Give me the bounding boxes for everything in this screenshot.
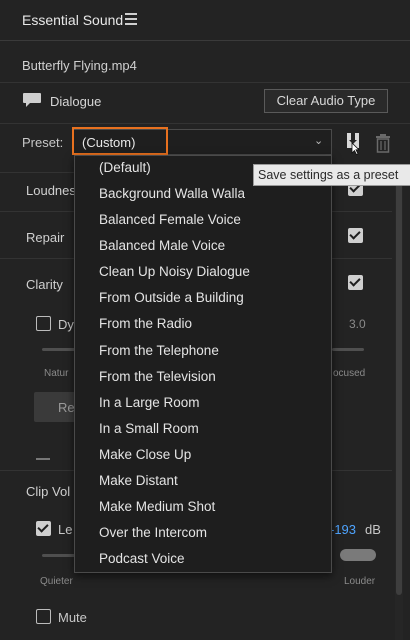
save-preset-tooltip: Save settings as a preset bbox=[253, 164, 410, 186]
preset-option[interactable]: Make Close Up bbox=[99, 447, 191, 462]
preset-dropdown-menu: (Default) Background Walla Walla Balance… bbox=[74, 155, 332, 573]
divider bbox=[0, 123, 410, 124]
preset-option[interactable]: Over the Intercom bbox=[99, 525, 207, 540]
preset-selected-value: (Custom) bbox=[82, 135, 136, 150]
header-divider bbox=[0, 40, 410, 41]
preset-option[interactable]: In a Small Room bbox=[99, 421, 199, 436]
divider bbox=[0, 82, 410, 83]
repair-section-title[interactable]: Repair bbox=[26, 230, 64, 245]
save-preset-icon[interactable] bbox=[344, 131, 366, 155]
preset-option[interactable]: From the Radio bbox=[99, 316, 192, 331]
clarity-enable-checkbox[interactable] bbox=[348, 275, 363, 290]
delete-preset-icon[interactable] bbox=[374, 133, 392, 153]
level-label: Le bbox=[58, 522, 73, 537]
dynamics-label: Dy bbox=[58, 317, 74, 332]
quieter-label: Quieter bbox=[40, 576, 73, 587]
dynamics-checkbox[interactable] bbox=[36, 316, 51, 331]
level-value[interactable]: -193 bbox=[330, 522, 356, 537]
natural-label: Natur bbox=[44, 368, 69, 379]
level-checkbox[interactable] bbox=[36, 521, 51, 536]
repair-enable-checkbox[interactable] bbox=[348, 228, 363, 243]
dynamics-slider-track-end[interactable] bbox=[332, 348, 364, 351]
preset-option[interactable]: Balanced Female Voice bbox=[99, 212, 241, 227]
clip-name: Butterfly Flying.mp4 bbox=[22, 58, 137, 73]
preset-option[interactable]: Background Walla Walla bbox=[99, 186, 245, 201]
dynamics-slider-track[interactable] bbox=[42, 348, 76, 351]
loudness-section-title[interactable]: Loudnes bbox=[26, 183, 76, 198]
preset-option[interactable]: From Outside a Building bbox=[99, 290, 244, 305]
preset-option[interactable]: Balanced Male Voice bbox=[99, 238, 225, 253]
mute-checkbox[interactable] bbox=[36, 609, 51, 624]
clear-audio-type-button[interactable]: Clear Audio Type bbox=[264, 89, 388, 113]
chevron-down-icon[interactable]: ⌄ bbox=[314, 134, 323, 147]
louder-label: Louder bbox=[344, 576, 376, 587]
reset-button-label: Re bbox=[58, 400, 75, 415]
panel-menu-icon[interactable] bbox=[125, 13, 137, 25]
level-slider-track[interactable] bbox=[42, 554, 76, 557]
preset-label: Preset: bbox=[22, 135, 64, 150]
level-unit: dB bbox=[365, 522, 381, 537]
preset-option[interactable]: Make Distant bbox=[99, 473, 178, 488]
panel-header: Essential Sound bbox=[0, 0, 410, 40]
preset-option[interactable]: (Default) bbox=[99, 160, 151, 175]
audio-type-label: Dialogue bbox=[50, 94, 102, 109]
dialogue-speech-bubble-icon bbox=[23, 93, 41, 107]
mute-label: Mute bbox=[58, 610, 87, 625]
clarity-section-title[interactable]: Clarity bbox=[26, 277, 63, 292]
panel-title: Essential Sound bbox=[22, 12, 124, 28]
level-slider-thumb[interactable] bbox=[340, 549, 376, 561]
dynamics-value: 3.0 bbox=[349, 317, 366, 331]
preset-option[interactable]: Make Medium Shot bbox=[99, 499, 215, 514]
preset-option[interactable]: In a Large Room bbox=[99, 395, 200, 410]
clip-volume-section-title[interactable]: Clip Vol bbox=[26, 484, 70, 499]
scrollbar-thumb[interactable] bbox=[396, 175, 402, 595]
focused-label: ocused bbox=[333, 368, 366, 379]
divider bbox=[36, 458, 50, 460]
preset-option[interactable]: Podcast Voice bbox=[99, 551, 185, 566]
preset-option[interactable]: From the Television bbox=[99, 369, 216, 384]
preset-option[interactable]: Clean Up Noisy Dialogue bbox=[99, 264, 250, 279]
preset-option[interactable]: From the Telephone bbox=[99, 343, 219, 358]
